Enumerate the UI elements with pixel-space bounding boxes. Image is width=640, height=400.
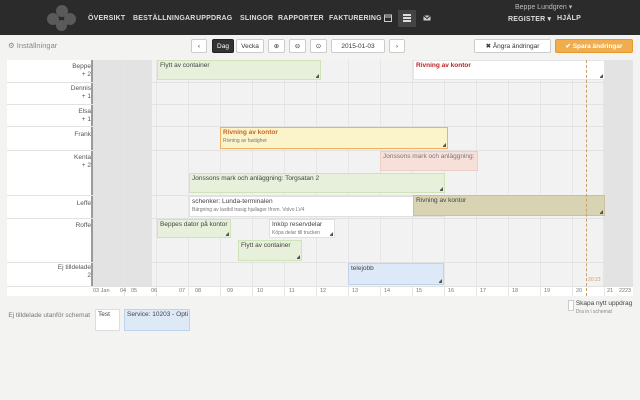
hour-label: 15 <box>416 288 423 294</box>
hour-label: 07 <box>179 288 186 294</box>
nav-overview[interactable]: ÖVERSIKT <box>88 15 125 22</box>
hour-label: 18 <box>512 288 519 294</box>
row-divider <box>7 150 633 151</box>
hour-label: 12 <box>320 288 327 294</box>
current-time-label: 20:23 <box>588 277 601 283</box>
event-block[interactable]: telejobb <box>348 263 444 285</box>
date-field[interactable]: 2015-01-03 <box>331 39 385 53</box>
hour-label: 17 <box>480 288 487 294</box>
row-label-roffe: Roffe <box>75 222 91 229</box>
hour-label: 03 Jan <box>93 288 110 294</box>
create-assignment-card[interactable]: Skapa nytt uppdrag Dra in i schemat <box>566 299 634 319</box>
hour-line <box>156 60 157 296</box>
row-divider <box>7 82 633 83</box>
event-block[interactable]: Jonssons mark och anläggning: Torgsatan … <box>189 173 445 193</box>
event-block[interactable]: Flytt av container <box>238 240 302 261</box>
hour-label: 06 <box>151 288 158 294</box>
hour-label: 16 <box>448 288 455 294</box>
row-divider <box>7 262 633 263</box>
event-block[interactable]: Beppes dator på kontor <box>157 219 231 238</box>
event-block[interactable]: Inköp reservdelar Köpa delar till trucken <box>269 219 335 238</box>
nav-reports[interactable]: RAPPORTER <box>278 15 324 22</box>
hour-label: 20 <box>576 288 583 294</box>
event-block[interactable]: Jonssons mark och anläggning: <box>380 151 478 171</box>
nav-register[interactable]: REGISTER ▾ <box>508 15 551 23</box>
row-label-beppe: Beppe + 2 <box>72 63 91 78</box>
undo-changes-button[interactable]: ✖ Ångra ändringar <box>474 39 551 53</box>
unscheduled-label: Ej tilldelade utanför schemat <box>8 312 90 319</box>
row-divider <box>7 286 633 287</box>
event-block[interactable]: Rivning av kontor <box>413 195 605 216</box>
hour-label: 04 <box>120 288 127 294</box>
schedule-grid-icon[interactable] <box>403 14 411 22</box>
schedule-toolbar: ⚙ Inställningar ‹ Dag Vecka ⊕ ⊖ ⊙ 2015-0… <box>0 36 640 58</box>
hour-label: 08 <box>195 288 202 294</box>
today-button[interactable]: ⊙ <box>310 39 327 53</box>
row-label-leffe: Leffe <box>76 200 91 207</box>
mail-icon[interactable] <box>423 14 431 22</box>
hour-line <box>604 60 605 296</box>
calendar-icon[interactable] <box>384 14 392 22</box>
unscheduled-card[interactable]: Service: 10203 - Opti <box>124 309 190 331</box>
off-hours-shade-morning <box>92 60 152 286</box>
week-view-button[interactable]: Vecka <box>236 39 264 53</box>
top-navigation-bar: ÖVERSIKT BESTÄLLNINGAR UPPDRAG SLINGOR R… <box>0 0 640 35</box>
row-label-unassigned: Ej tilldelade 2 <box>57 264 91 279</box>
hour-label: 11 <box>289 288 295 294</box>
day-view-button[interactable]: Dag <box>212 39 234 53</box>
hour-label: 14 <box>384 288 391 294</box>
nav-loops[interactable]: SLINGOR <box>240 15 273 22</box>
hour-label: 19 <box>544 288 551 294</box>
hour-line <box>124 60 125 296</box>
row-label-dennis: Dennis + 1 <box>70 85 91 100</box>
settings-link[interactable]: ⚙ Inställningar <box>8 41 57 50</box>
next-button[interactable]: › <box>389 39 405 53</box>
row-label-separator <box>91 60 93 286</box>
schedule-grid: Beppe + 2 Dennis + 1 Elsa + 1 Frank Kenta + … <box>7 60 633 296</box>
nav-help[interactable]: HJÄLP <box>557 15 581 22</box>
hour-label: 05 <box>131 288 138 294</box>
hour-label: 23 <box>625 288 632 294</box>
event-block[interactable]: Rivning av kontor Rivning av fastighet <box>220 127 448 149</box>
event-block[interactable]: Rivning av kontor <box>413 60 605 80</box>
app-logo[interactable] <box>47 5 77 31</box>
hour-line <box>540 60 541 296</box>
row-label-elsa: Elsa + 1 <box>78 108 91 123</box>
row-label-frank: Frank <box>74 131 91 138</box>
prev-button[interactable]: ‹ <box>191 39 207 53</box>
hour-line <box>508 60 509 296</box>
event-block[interactable]: Flytt av container <box>157 60 321 80</box>
nav-invoicing[interactable]: FAKTURERING <box>329 15 382 22</box>
zoom-in-button[interactable]: ⊕ <box>268 39 285 53</box>
draggable-card-icon <box>568 300 574 311</box>
current-time-line <box>586 60 587 296</box>
unscheduled-card[interactable]: Test <box>95 309 120 331</box>
off-hours-shade-evening <box>603 60 633 286</box>
hour-line <box>476 60 477 296</box>
nav-assignments[interactable]: UPPDRAG <box>196 15 232 22</box>
hour-label: 13 <box>352 288 359 294</box>
user-menu[interactable]: Beppe Lundgren ▾ <box>515 3 572 11</box>
hour-label: 10 <box>257 288 264 294</box>
save-changes-button[interactable]: ✔ Spara ändringar <box>555 39 633 53</box>
zoom-out-button[interactable]: ⊖ <box>289 39 306 53</box>
hour-label: 21 <box>607 288 614 294</box>
nav-orders[interactable]: BESTÄLLNINGAR <box>133 15 196 22</box>
event-block[interactable]: schenker: Lunda-terminalen Bärgning av la… <box>189 196 445 217</box>
row-divider <box>7 104 633 105</box>
row-label-kenta: Kenta + 2 <box>74 154 91 169</box>
hour-line <box>572 60 573 296</box>
hour-label: 09 <box>227 288 234 294</box>
